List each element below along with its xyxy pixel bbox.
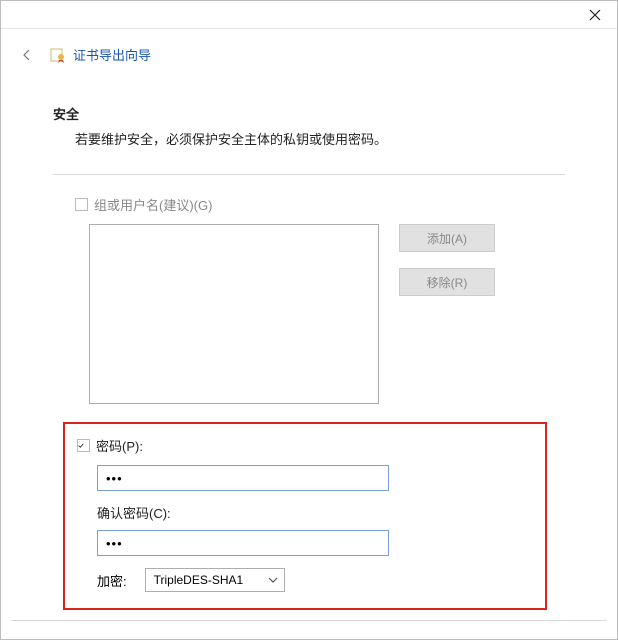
wizard-window: 证书导出向导 安全 若要维护安全，必须保护安全主体的私钥或使用密码。 组或用户名… xyxy=(0,0,618,640)
titlebar xyxy=(1,1,617,29)
encryption-row: 加密: TripleDES-SHA1 xyxy=(73,568,533,592)
security-description: 若要维护安全，必须保护安全主体的私钥或使用密码。 xyxy=(75,129,565,148)
group-users-row: 组或用户名(建议)(G) xyxy=(75,195,565,214)
password-input[interactable]: ••• xyxy=(97,465,389,491)
password-checkbox[interactable] xyxy=(77,439,90,452)
certificate-icon xyxy=(49,46,67,64)
close-icon xyxy=(589,9,601,21)
remove-button: 移除(R) xyxy=(399,268,495,296)
content-area: 安全 若要维护安全，必须保护安全主体的私钥或使用密码。 组或用户名(建议)(G)… xyxy=(1,64,617,610)
chevron-down-icon xyxy=(268,575,278,585)
security-heading: 安全 xyxy=(53,104,565,123)
back-button[interactable] xyxy=(19,47,35,63)
password-section-highlight: 密码(P): ••• 确认密码(C): ••• 加密: TripleDES-SH… xyxy=(63,422,547,610)
group-users-label: 组或用户名(建议)(G) xyxy=(94,195,212,214)
back-arrow-icon xyxy=(20,48,34,62)
divider xyxy=(53,174,565,175)
close-button[interactable] xyxy=(585,5,605,25)
encryption-selected: TripleDES-SHA1 xyxy=(154,573,244,587)
users-listbox xyxy=(89,224,379,404)
group-users-checkbox xyxy=(75,198,88,211)
footer-divider xyxy=(11,620,607,621)
wizard-header: 证书导出向导 xyxy=(1,29,617,64)
password-label: 密码(P): xyxy=(96,436,143,455)
encryption-label: 加密: xyxy=(97,571,127,590)
confirm-password-input[interactable]: ••• xyxy=(97,530,389,556)
encryption-combobox[interactable]: TripleDES-SHA1 xyxy=(145,568,285,592)
add-button: 添加(A) xyxy=(399,224,495,252)
group-list-area: 添加(A) 移除(R) xyxy=(89,224,565,404)
password-value: ••• xyxy=(106,471,123,486)
confirm-password-value: ••• xyxy=(106,536,123,551)
check-icon xyxy=(78,441,84,450)
list-buttons: 添加(A) 移除(R) xyxy=(399,224,495,404)
password-checkbox-row: 密码(P): xyxy=(77,436,533,455)
wizard-title: 证书导出向导 xyxy=(73,45,151,64)
confirm-password-label: 确认密码(C): xyxy=(97,503,533,522)
